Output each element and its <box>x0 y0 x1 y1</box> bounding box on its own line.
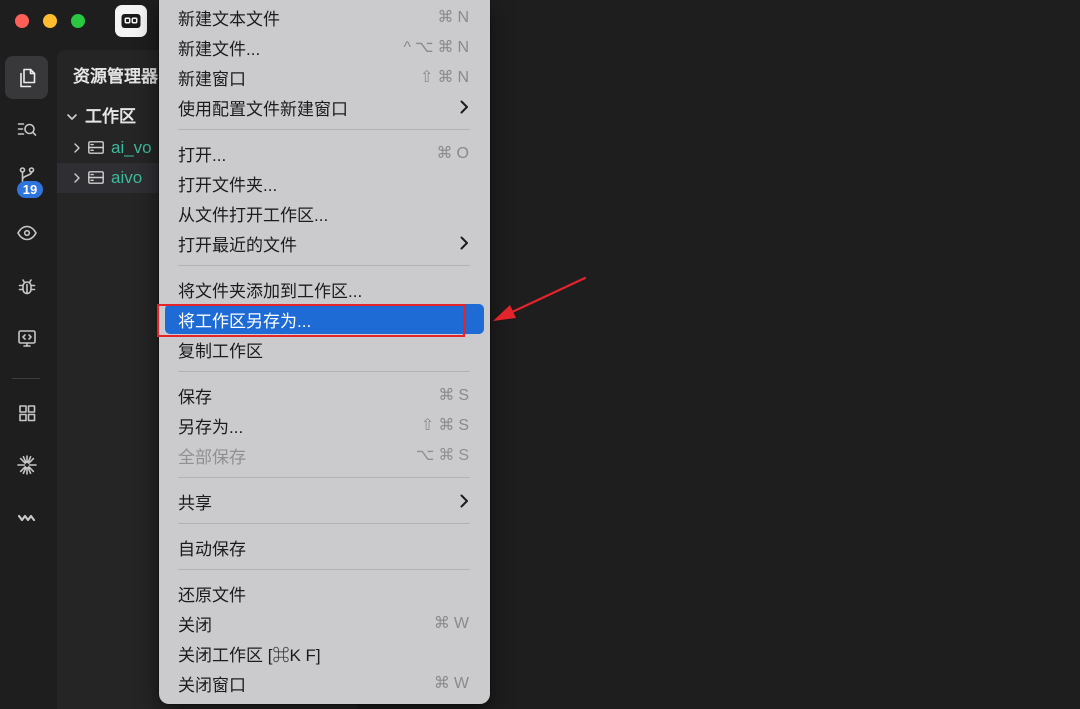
activity-source-control-button[interactable]: 19 <box>5 160 48 203</box>
files-icon <box>19 68 35 87</box>
menu-item-shortcut: ⌥⌘S <box>415 447 473 464</box>
activity-preview-button[interactable] <box>5 212 48 255</box>
menu-item-label: 关闭窗口 <box>178 675 246 695</box>
menu-item-auto-save[interactable]: 自动保存 <box>165 532 484 562</box>
activity-ai-button[interactable] <box>5 444 48 487</box>
menu-separator <box>159 122 490 138</box>
activity-search-button[interactable] <box>5 108 48 151</box>
chevron-right-icon <box>73 143 81 153</box>
menu-item-new-text-file[interactable]: 新建文本文件 ⌘N <box>165 2 484 32</box>
menu-item-new-file[interactable]: 新建文件... ^⌥⌘N <box>165 32 484 62</box>
bug-icon <box>18 279 35 295</box>
root-folder-icon <box>88 141 104 154</box>
menu-item-shortcut: ⌘S <box>438 387 473 404</box>
menu-item-label: 将文件夹添加到工作区... <box>178 281 363 301</box>
menu-separator <box>159 562 490 578</box>
file-menu: 新建文本文件 ⌘N 新建文件... ^⌥⌘N 新建窗口 ⇧⌘N 使用配置文件新建… <box>159 0 490 704</box>
menu-item-label: 另存为... <box>178 417 244 437</box>
menu-item-label: 保存 <box>178 387 212 407</box>
activity-explorer-button[interactable] <box>5 56 48 99</box>
remote-explorer-icon <box>17 330 36 347</box>
menu-item-save-as[interactable]: 另存为... ⇧⌘S <box>165 410 484 440</box>
menu-item-close-workspace[interactable]: 关闭工作区 [⌘K F] <box>165 638 484 668</box>
root-folder-icon <box>88 171 104 184</box>
menu-item-duplicate-workspace[interactable]: 复制工作区 <box>165 334 484 364</box>
menu-item-add-folder-to-workspace[interactable]: 将文件夹添加到工作区... <box>165 274 484 304</box>
menu-item-shortcut: ⌘O <box>436 145 473 162</box>
menu-item-label: 打开文件夹... <box>178 175 278 195</box>
menu-item-label: 从文件打开工作区... <box>178 205 329 225</box>
activity-bar: 19 <box>0 50 52 709</box>
menu-item-shortcut: ⌘N <box>437 9 473 26</box>
folder-label: ai_vo <box>111 138 152 157</box>
workspace-label: 工作区 <box>85 107 136 126</box>
menu-item-revert-file[interactable]: 还原文件 <box>165 578 484 608</box>
zoom-window-button[interactable] <box>71 14 85 28</box>
menu-item-label: 新建文本文件 <box>178 9 280 29</box>
menu-separator <box>159 516 490 532</box>
menu-item-label: 共享 <box>178 493 212 513</box>
chevron-right-icon <box>73 173 81 183</box>
menu-item-open[interactable]: 打开... ⌘O <box>165 138 484 168</box>
chevron-down-icon <box>66 113 78 121</box>
activity-debug-button[interactable] <box>5 265 48 308</box>
menu-item-open-folder[interactable]: 打开文件夹... <box>165 168 484 198</box>
menu-item-label: 全部保存 <box>178 447 246 467</box>
menu-separator <box>159 364 490 380</box>
minimize-window-button[interactable] <box>43 14 57 28</box>
activity-remote-explorer-button[interactable] <box>5 317 48 360</box>
sidebar-title: 资源管理器 <box>73 67 158 86</box>
menu-item-save-all: 全部保存 ⌥⌘S <box>165 440 484 470</box>
close-window-button[interactable] <box>15 14 29 28</box>
menu-item-open-recent[interactable]: 打开最近的文件 <box>165 228 484 258</box>
activity-extensions-button[interactable] <box>5 392 48 435</box>
menu-item-save[interactable]: 保存 ⌘S <box>165 380 484 410</box>
menu-item-label: 复制工作区 <box>178 341 263 361</box>
menu-separator <box>159 470 490 486</box>
sparkle-icon <box>16 455 37 475</box>
chevron-right-icon <box>460 236 469 250</box>
menu-item-label: 打开最近的文件 <box>178 235 297 255</box>
menu-item-label: 使用配置文件新建窗口 <box>178 99 348 119</box>
menu-item-shortcut: ⌘W <box>433 675 473 692</box>
chevron-right-icon <box>460 100 469 114</box>
chevron-right-icon <box>460 494 469 508</box>
menu-item-close-window[interactable]: 关闭窗口 ⌘W <box>165 668 484 698</box>
menu-item-shortcut: ⇧⌘S <box>420 417 473 434</box>
menu-item-label: 关闭工作区 [⌘K F] <box>178 645 321 665</box>
menu-item-label: 还原文件 <box>178 585 246 605</box>
menu-item-label: 新建文件... <box>178 39 261 59</box>
extensions-icon <box>18 405 35 422</box>
menu-item-label: 关闭 <box>178 615 212 635</box>
menu-item-label: 打开... <box>178 145 227 165</box>
menu-item-shortcut: ⇧⌘N <box>420 69 473 86</box>
wave-icon <box>17 514 35 522</box>
activity-bar-divider <box>12 378 40 379</box>
menu-item-shortcut: ^⌥⌘N <box>403 39 473 56</box>
menu-item-open-workspace-from-file[interactable]: 从文件打开工作区... <box>165 198 484 228</box>
menu-item-new-window-with-profile[interactable]: 使用配置文件新建窗口 <box>165 92 484 122</box>
app-icon <box>115 5 147 37</box>
search-icon <box>17 123 36 136</box>
annotation-highlight-box <box>157 304 465 337</box>
menu-item-shortcut: ⌘W <box>433 615 473 632</box>
menu-item-new-window[interactable]: 新建窗口 ⇧⌘N <box>165 62 484 92</box>
eye-icon <box>16 225 37 241</box>
menu-item-label: 新建窗口 <box>178 69 246 89</box>
source-control-badge: 19 <box>17 180 43 198</box>
activity-wave-button[interactable] <box>5 497 48 540</box>
menu-item-close-editor[interactable]: 关闭 ⌘W <box>165 608 484 638</box>
menu-item-share[interactable]: 共享 <box>165 486 484 516</box>
folder-label: aivo <box>111 168 143 187</box>
menu-separator <box>159 258 490 274</box>
menu-item-label: 自动保存 <box>178 539 246 559</box>
